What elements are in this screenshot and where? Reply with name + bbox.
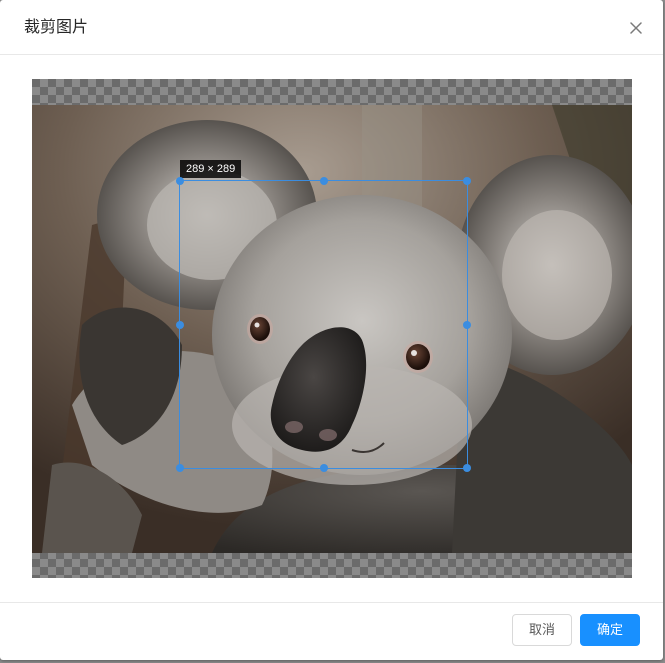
resize-handle-bottom-right[interactable]: [463, 464, 471, 472]
cancel-button[interactable]: 取消: [512, 614, 572, 646]
crop-canvas[interactable]: 289 × 289: [32, 79, 632, 578]
crop-selection[interactable]: [176, 177, 471, 472]
resize-handle-top-left[interactable]: [176, 177, 184, 185]
resize-handle-top-right[interactable]: [463, 177, 471, 185]
resize-handle-bottom[interactable]: [319, 464, 328, 472]
dialog-header: 裁剪图片: [0, 0, 663, 55]
close-icon: [630, 22, 642, 34]
confirm-button[interactable]: 确定: [580, 614, 640, 646]
resize-handle-top[interactable]: [319, 177, 328, 185]
crop-image-dialog: 裁剪图片 289 × 289 取消 确定: [0, 0, 663, 660]
dialog-body: 289 × 289: [0, 55, 663, 603]
resize-handle-bottom-left[interactable]: [176, 464, 184, 472]
dialog-footer: 取消 确定: [0, 602, 663, 660]
resize-handle-right[interactable]: [463, 320, 471, 329]
crop-size-label: 289 × 289: [180, 160, 242, 178]
dialog-title: 裁剪图片: [24, 19, 89, 36]
resize-handle-left[interactable]: [176, 320, 184, 329]
close-button[interactable]: [627, 19, 645, 37]
